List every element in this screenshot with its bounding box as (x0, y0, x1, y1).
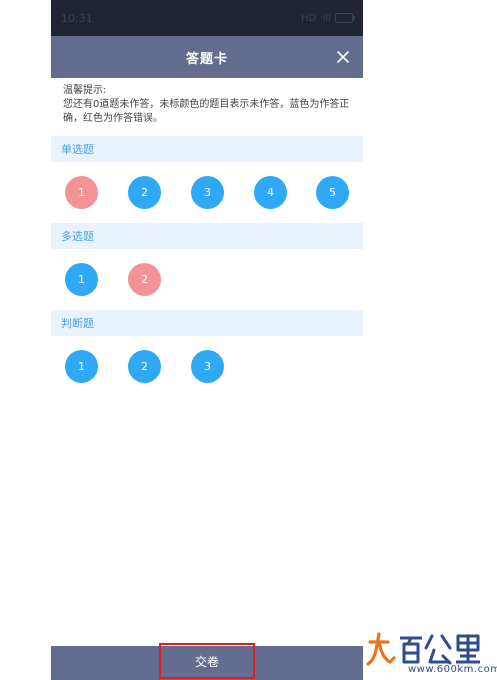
answer-card-header: 答题卡 (51, 36, 363, 78)
question-circle[interactable]: 1 (65, 176, 98, 209)
phone-screen: 10:31 HD ·ıll 答题卡 温馨提示: 您还有0道题未作答，未标颜色的题… (51, 0, 363, 680)
section-title: 单选题 (61, 143, 94, 156)
question-grid-single: 1 2 3 4 5 (51, 176, 363, 216)
close-icon (337, 51, 349, 63)
question-circle[interactable]: 2 (128, 176, 161, 209)
bottom-bar: 交卷 (51, 643, 363, 680)
tip-body: 您还有0道题未作答，未标颜色的题目表示未作答，蓝色为作答正确，红色为作答错误。 (63, 99, 350, 124)
battery-icon (335, 13, 355, 23)
question-circle[interactable]: 5 (316, 176, 349, 209)
page-title: 答题卡 (185, 51, 228, 67)
submit-button[interactable]: 交卷 (159, 643, 255, 679)
question-circle[interactable]: 4 (254, 176, 287, 209)
question-circle[interactable]: 1 (65, 263, 98, 296)
question-grid-true-false: 1 2 3 (51, 350, 363, 390)
question-circle[interactable]: 3 (191, 176, 224, 209)
question-grid-multi: 1 2 (51, 263, 363, 303)
question-circle[interactable]: 2 (128, 350, 161, 383)
signal-icon: HD ·ıll (301, 12, 331, 24)
section-title: 多选题 (61, 230, 94, 243)
status-bar: 10:31 HD ·ıll (51, 0, 363, 36)
watermark-url: www.600km.com (408, 664, 497, 675)
tip-text: 温馨提示: 您还有0道题未作答，未标颜色的题目表示未作答，蓝色为作答正确，红色为… (63, 84, 358, 126)
section-single-choice: 单选题 (51, 136, 363, 162)
question-circle[interactable]: 2 (128, 263, 161, 296)
question-circle[interactable]: 3 (191, 350, 224, 383)
watermark-logo-icon (366, 632, 480, 666)
question-circle[interactable]: 1 (65, 350, 98, 383)
section-true-false: 判断题 (51, 310, 363, 336)
tip-title: 温馨提示: (63, 85, 107, 96)
section-multi-choice: 多选题 (51, 223, 363, 249)
status-time: 10:31 (61, 11, 93, 25)
close-button[interactable] (331, 45, 355, 69)
status-indicators: HD ·ıll (301, 12, 355, 24)
section-title: 判断题 (61, 317, 94, 330)
watermark-logo: www.600km.com (366, 628, 497, 680)
